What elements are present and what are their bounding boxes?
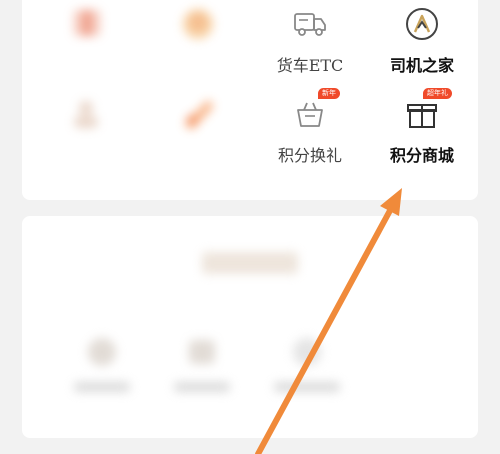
service-item-5[interactable] <box>36 94 136 142</box>
service-item-2[interactable] <box>148 4 248 52</box>
service-label: 司机之家 <box>389 56 454 75</box>
service-item-6[interactable] <box>148 94 248 142</box>
section-item-2[interactable] <box>152 332 252 392</box>
section-item-label <box>74 382 130 392</box>
section-item-label <box>274 382 340 392</box>
promo-icon <box>178 94 218 134</box>
service-item-truck-etc[interactable]: 货车ETC <box>260 4 360 76</box>
driver-home-icon <box>402 4 442 44</box>
service-item-1[interactable] <box>36 4 136 52</box>
section-item-1[interactable] <box>52 332 152 392</box>
coin-stack-icon <box>178 4 218 44</box>
gift-box-icon <box>66 4 106 44</box>
service-item-points-exchange[interactable]: 新年 积分换礼 <box>260 88 360 166</box>
secondary-section-card <box>22 216 478 438</box>
blurred-icon <box>287 332 327 372</box>
section-item-label <box>174 382 230 392</box>
profile-icon <box>66 94 106 134</box>
truck-icon <box>290 4 330 44</box>
service-label: 积分换礼 <box>277 146 342 165</box>
section-item-3[interactable] <box>257 332 357 392</box>
section-title-placeholder <box>202 252 298 274</box>
service-label: 积分商城 <box>389 146 454 165</box>
shopping-basket-icon: 新年 <box>290 88 340 134</box>
blurred-icon <box>82 332 122 372</box>
gift-box-icon: 超年礼 <box>402 88 452 134</box>
blurred-icon <box>182 332 222 372</box>
service-label: 货车ETC <box>276 56 344 75</box>
service-item-driver-home[interactable]: 司机之家 <box>372 4 472 76</box>
services-card: 货车ETC 司机之家 新年 积分换礼 超年礼 积分商城 <box>22 0 478 200</box>
promo-badge: 超年礼 <box>423 88 452 99</box>
service-item-points-mall[interactable]: 超年礼 积分商城 <box>372 88 472 166</box>
new-badge: 新年 <box>318 88 340 99</box>
